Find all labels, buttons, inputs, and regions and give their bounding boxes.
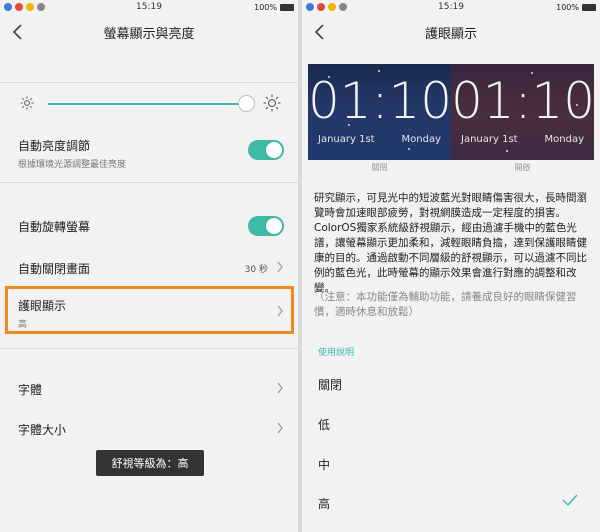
preview-day-off: Monday — [401, 134, 441, 145]
font-row[interactable]: 字體 — [0, 381, 298, 398]
preview-date-off: January 1st — [318, 134, 375, 145]
divider — [0, 348, 298, 349]
star — [506, 150, 508, 152]
auto-rotate-row[interactable]: 自動旋轉螢幕 — [0, 216, 298, 236]
font-size-label: 字體大小 — [18, 423, 67, 437]
star — [408, 148, 410, 150]
font-size-row[interactable]: 字體大小 — [0, 421, 298, 438]
eye-protect-screen: 15:19 100% 護眼顯示 01:10 January 1st Monday… — [302, 0, 600, 532]
back-arrow-icon[interactable] — [10, 22, 26, 42]
preview-clock-off: 01:10 — [308, 72, 451, 130]
status-bar: 15:19 100% — [302, 0, 600, 14]
preview-caption-on: 開啟 — [514, 163, 531, 172]
feature-description: 研究顯示，可見光中的短波藍光對眼睛傷害很大，長時間瀏覽時會加速眼部疲勞，對視網膜… — [314, 192, 587, 294]
chevron-right-icon — [277, 261, 283, 273]
sun-small-icon — [20, 96, 34, 110]
auto-brightness-row[interactable]: 自動亮度調節 根據環境光源調整最佳亮度 — [0, 137, 298, 170]
eye-protect-preview-banner: 01:10 January 1st Monday 01:10 January 1… — [308, 64, 594, 172]
auto-off-value: 30 秒 — [244, 265, 268, 275]
preview-clock-on: 01:10 — [451, 72, 594, 130]
page-title: 螢幕顯示與亮度 — [103, 26, 195, 42]
status-time: 15:19 — [438, 2, 464, 12]
title-bar: 螢幕顯示與亮度 — [0, 14, 298, 50]
status-bar: 15:19 100% — [0, 0, 298, 14]
status-time: 15:19 — [136, 2, 162, 12]
divider — [0, 82, 298, 83]
sun-large-icon — [263, 94, 281, 112]
display-brightness-screen: 15:19 100% 螢幕顯示與亮度 自動亮度調節 根據環境光源調整最佳亮度 自… — [0, 0, 298, 532]
feature-note: （注意：本功能僅為輔助功能，請養成良好的眼睛保健習慣，適時休息和放鬆） — [314, 291, 577, 318]
slider-track[interactable] — [48, 103, 246, 105]
preview-on-panel: 01:10 January 1st Monday — [451, 64, 594, 160]
option-high[interactable]: 高 — [318, 495, 330, 512]
eye-protect-highlight — [5, 286, 294, 334]
check-icon — [562, 494, 578, 506]
title-bar: 護眼顯示 — [302, 14, 600, 50]
preview-day-on: Monday — [544, 134, 584, 145]
divider — [0, 182, 298, 183]
option-low[interactable]: 低 — [318, 416, 330, 433]
back-arrow-icon[interactable] — [312, 22, 328, 42]
brightness-slider[interactable] — [0, 94, 298, 114]
auto-rotate-toggle[interactable] — [248, 216, 284, 236]
preview-caption-off: 關閉 — [371, 163, 388, 172]
option-medium[interactable]: 中 — [318, 456, 330, 473]
auto-off-row[interactable]: 自動關閉畫面 30 秒 — [0, 260, 298, 277]
option-off[interactable]: 關閉 — [318, 376, 342, 393]
slider-knob[interactable] — [238, 95, 255, 112]
chevron-right-icon — [277, 422, 283, 434]
page-title: 護眼顯示 — [424, 26, 477, 42]
chevron-right-icon — [277, 382, 283, 394]
toast-message: 舒視等級為：高 — [96, 450, 204, 476]
font-label: 字體 — [18, 383, 43, 397]
section-label: 使用說明 — [318, 348, 355, 358]
preview-off-panel: 01:10 January 1st Monday — [308, 64, 451, 160]
auto-brightness-toggle[interactable] — [248, 140, 284, 160]
preview-date-on: January 1st — [461, 134, 518, 145]
